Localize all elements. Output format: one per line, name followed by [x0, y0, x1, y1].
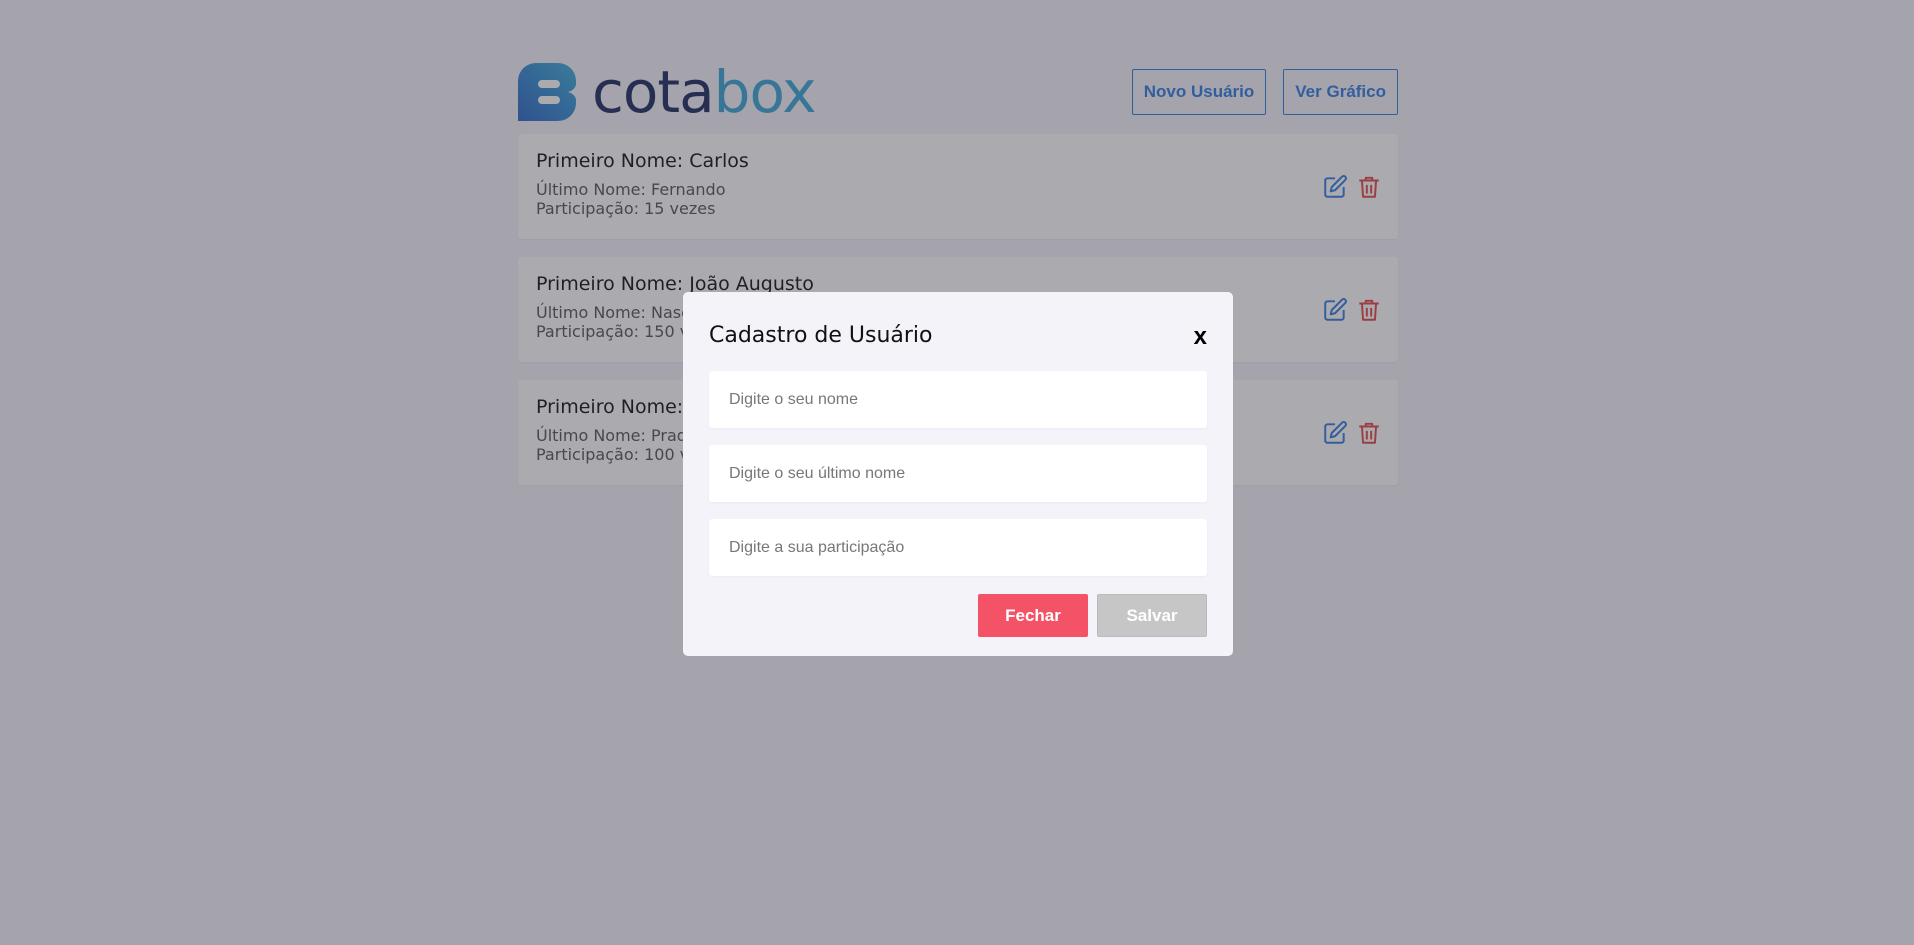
modal-title: Cadastro de Usuário	[709, 322, 933, 348]
first-name-input[interactable]	[709, 371, 1207, 428]
participation-input[interactable]	[709, 519, 1207, 576]
save-button[interactable]: Salvar	[1097, 594, 1207, 637]
close-button[interactable]: Fechar	[978, 594, 1088, 637]
user-registration-modal: Cadastro de Usuário x Fechar Salvar	[683, 292, 1233, 656]
modal-header: Cadastro de Usuário x	[709, 318, 1207, 352]
modal-footer: Fechar Salvar	[709, 594, 1207, 637]
last-name-input[interactable]	[709, 445, 1207, 502]
close-icon[interactable]: x	[1194, 325, 1207, 349]
